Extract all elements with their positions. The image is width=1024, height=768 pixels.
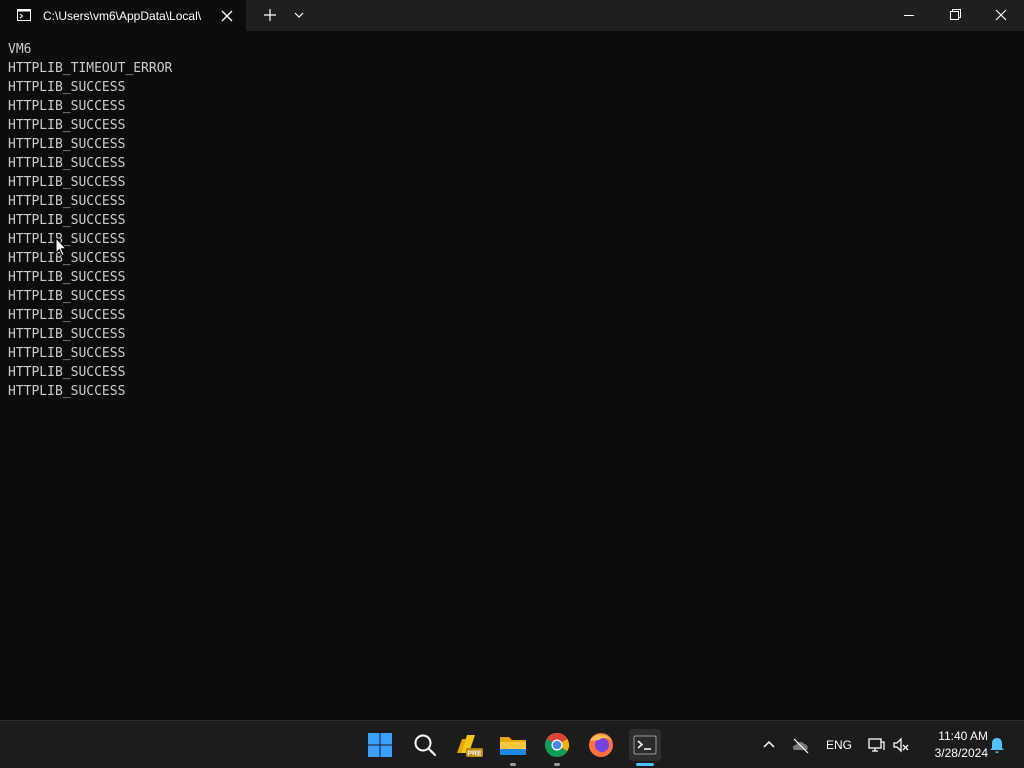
terminal-line: HTTPLIB_SUCCESS xyxy=(8,194,126,209)
speaker-muted-icon[interactable] xyxy=(891,735,911,755)
terminal-line: HTTPLIB_SUCCESS xyxy=(8,308,126,323)
minimize-button[interactable] xyxy=(886,0,932,31)
firefox-icon[interactable] xyxy=(585,729,617,761)
clock-time: 11:40 AM xyxy=(938,729,988,743)
terminal-line: HTTPLIB_SUCCESS xyxy=(8,365,126,380)
taskbar: PRE ENG 11:40 AM 3/28/2024 xyxy=(0,720,1024,768)
file-explorer-icon[interactable] xyxy=(497,729,529,761)
title-bar: C:\Users\vm6\AppData\Local\ xyxy=(0,0,1024,31)
language-indicator[interactable]: ENG xyxy=(826,737,852,753)
terminal-line: VM6 xyxy=(8,42,32,57)
network-icon[interactable] xyxy=(866,735,886,755)
mouse-pointer-icon xyxy=(55,237,67,257)
terminal-line: HTTPLIB_SUCCESS xyxy=(8,289,126,304)
start-icon[interactable] xyxy=(364,729,396,761)
terminal-line: HTTPLIB_SUCCESS xyxy=(8,137,126,152)
console-tab-icon xyxy=(17,9,31,21)
terminal-line: HTTPLIB_SUCCESS xyxy=(8,346,126,361)
terminal-line: HTTPLIB_SUCCESS xyxy=(8,80,126,95)
tab-dropdown-chevron-icon[interactable] xyxy=(289,5,309,25)
tab-close-icon[interactable] xyxy=(218,7,236,25)
search-icon[interactable] xyxy=(409,729,441,761)
terminal-line: HTTPLIB_SUCCESS xyxy=(8,384,126,399)
terminal-line: HTTPLIB_TIMEOUT_ERROR xyxy=(8,61,173,76)
bell-icon[interactable] xyxy=(987,735,1007,755)
terminal-line: HTTPLIB_SUCCESS xyxy=(8,175,126,190)
terminal-line: HTTPLIB_SUCCESS xyxy=(8,232,126,247)
terminal-line: HTTPLIB_SUCCESS xyxy=(8,327,126,342)
terminal-output[interactable]: VM6 HTTPLIB_TIMEOUT_ERROR HTTPLIB_SUCCES… xyxy=(8,40,1008,401)
terminal-line: HTTPLIB_SUCCESS xyxy=(8,270,126,285)
chrome-icon[interactable] xyxy=(541,729,573,761)
terminal-line: HTTPLIB_SUCCESS xyxy=(8,118,126,133)
terminal-line: HTTPLIB_SUCCESS xyxy=(8,251,126,266)
chevron-up-icon[interactable] xyxy=(759,735,779,755)
active-app-indicator xyxy=(636,763,654,766)
system-clock[interactable]: 11:40 AM 3/28/2024 xyxy=(916,728,988,762)
terminal-line: HTTPLIB_SUCCESS xyxy=(8,99,126,114)
tab-title: C:\Users\vm6\AppData\Local\ xyxy=(43,9,202,23)
restore-button[interactable] xyxy=(932,0,978,31)
new-tab-plus-icon[interactable] xyxy=(259,5,281,25)
terminal-line: HTTPLIB_SUCCESS xyxy=(8,213,126,228)
svg-text:PRE: PRE xyxy=(467,751,482,758)
terminal-tab[interactable]: C:\Users\vm6\AppData\Local\ xyxy=(0,0,246,31)
terminal-icon[interactable] xyxy=(629,729,661,761)
onedrive-offline-icon[interactable] xyxy=(791,735,811,755)
terminal-line: HTTPLIB_SUCCESS xyxy=(8,156,126,171)
close-window-button[interactable] xyxy=(978,0,1024,31)
clock-date: 3/28/2024 xyxy=(934,746,988,760)
powerbi-preview-icon[interactable]: PRE xyxy=(453,729,485,761)
running-indicator xyxy=(510,763,516,766)
running-indicator xyxy=(554,763,560,766)
